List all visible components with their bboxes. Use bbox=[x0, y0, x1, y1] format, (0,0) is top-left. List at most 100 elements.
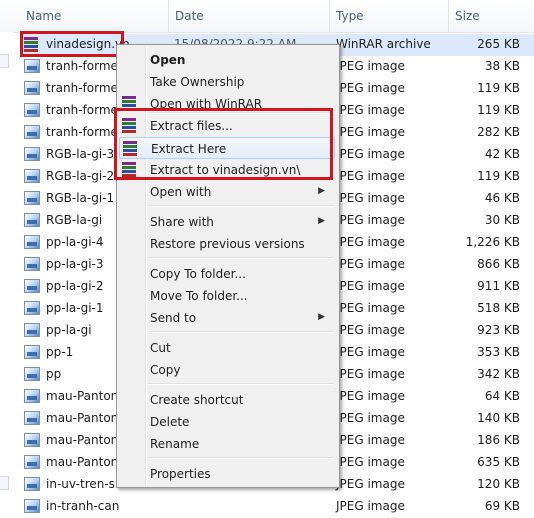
jpeg-icon bbox=[24, 213, 40, 227]
jpeg-icon bbox=[24, 301, 40, 315]
menu-item-label: Copy To folder... bbox=[150, 267, 246, 281]
menu-item-label: Copy bbox=[150, 363, 181, 377]
menu-separator bbox=[148, 205, 334, 207]
menu-item-share-with[interactable]: Share with ▶ bbox=[119, 211, 335, 233]
jpeg-icon bbox=[24, 147, 40, 161]
annotation-highlight-extract-options bbox=[114, 108, 333, 180]
file-size: 282 KB bbox=[477, 125, 520, 139]
menu-item-copy-to-folder[interactable]: Copy To folder... bbox=[119, 263, 335, 285]
menu-item-label: Send to bbox=[150, 311, 197, 325]
jpeg-icon bbox=[24, 367, 40, 381]
file-size: 69 KB bbox=[484, 499, 520, 513]
column-header-name[interactable]: Name bbox=[26, 9, 61, 23]
menu-item-label: Take Ownership bbox=[150, 75, 245, 89]
file-type: JPEG image bbox=[336, 499, 405, 513]
column-divider[interactable] bbox=[168, 0, 169, 32]
menu-separator bbox=[148, 331, 334, 333]
column-divider[interactable] bbox=[448, 0, 449, 32]
file-size: 518 KB bbox=[477, 301, 520, 315]
file-type: JPEG image bbox=[336, 81, 405, 95]
column-divider[interactable] bbox=[329, 0, 330, 32]
jpeg-icon bbox=[24, 323, 40, 337]
jpeg-icon bbox=[24, 455, 40, 469]
menu-item-properties[interactable]: Properties bbox=[119, 463, 335, 485]
jpeg-icon bbox=[24, 103, 40, 117]
file-type: JPEG image bbox=[336, 147, 405, 161]
jpeg-icon bbox=[24, 433, 40, 447]
menu-item-copy[interactable]: Copy bbox=[119, 359, 335, 381]
jpeg-icon bbox=[24, 477, 40, 491]
navigation-pane-edge bbox=[0, 32, 14, 490]
jpeg-icon bbox=[24, 191, 40, 205]
file-size: 866 KB bbox=[477, 257, 520, 271]
jpeg-icon bbox=[24, 59, 40, 73]
file-type: JPEG image bbox=[336, 125, 405, 139]
jpeg-icon bbox=[24, 235, 40, 249]
file-type: JPEG image bbox=[336, 213, 405, 227]
file-type: JPEG image bbox=[336, 103, 405, 117]
menu-item-label: Rename bbox=[150, 437, 200, 451]
menu-item-rename[interactable]: Rename bbox=[119, 433, 335, 455]
file-type: JPEG image bbox=[336, 367, 405, 381]
jpeg-icon bbox=[24, 125, 40, 139]
file-size: 30 KB bbox=[484, 213, 520, 227]
menu-separator bbox=[148, 383, 334, 385]
column-header-type[interactable]: Type bbox=[336, 9, 364, 23]
file-name: in-tranh-can bbox=[46, 499, 120, 513]
jpeg-icon bbox=[24, 499, 40, 513]
menu-item-label: Restore previous versions bbox=[150, 237, 305, 251]
file-size: 119 KB bbox=[477, 81, 520, 95]
file-size: 140 KB bbox=[477, 411, 520, 425]
file-size: 923 KB bbox=[477, 323, 520, 337]
menu-item-move-to-folder[interactable]: Move To folder... bbox=[119, 285, 335, 307]
file-type: JPEG image bbox=[336, 323, 405, 337]
nav-pane-tab[interactable] bbox=[0, 476, 9, 490]
menu-item-open-with[interactable]: Open with ▶ bbox=[119, 181, 335, 203]
file-type: JPEG image bbox=[336, 191, 405, 205]
file-size: 119 KB bbox=[477, 169, 520, 183]
file-type: JPEG image bbox=[336, 455, 405, 469]
file-type: JPEG image bbox=[336, 411, 405, 425]
menu-item-cut[interactable]: Cut bbox=[119, 337, 335, 359]
file-size: 38 KB bbox=[484, 59, 520, 73]
file-type: JPEG image bbox=[336, 59, 405, 73]
file-size: 42 KB bbox=[484, 147, 520, 161]
file-type: JPEG image bbox=[336, 477, 405, 491]
jpeg-icon bbox=[24, 81, 40, 95]
column-header-bar: Name Date Type Size bbox=[0, 0, 534, 33]
file-size: 911 KB bbox=[477, 279, 520, 293]
jpeg-icon bbox=[24, 257, 40, 271]
jpeg-icon bbox=[24, 345, 40, 359]
menu-item-label: Properties bbox=[150, 467, 211, 481]
column-header-size[interactable]: Size bbox=[455, 9, 480, 23]
menu-item-delete[interactable]: Delete bbox=[119, 411, 335, 433]
menu-item-label: Delete bbox=[150, 415, 190, 429]
file-row[interactable]: in-tranh-can JPEG image 69 KB bbox=[20, 496, 534, 518]
menu-item-take-ownership[interactable]: Take Ownership bbox=[119, 71, 335, 93]
file-size: 120 KB bbox=[477, 477, 520, 491]
menu-separator bbox=[148, 257, 334, 259]
jpeg-icon bbox=[24, 411, 40, 425]
menu-item-create-shortcut[interactable]: Create shortcut bbox=[119, 389, 335, 411]
file-size: 635 KB bbox=[477, 455, 520, 469]
file-size: 119 KB bbox=[477, 103, 520, 117]
file-size: 1,226 KB bbox=[465, 235, 520, 249]
menu-item-open[interactable]: Open bbox=[119, 49, 335, 71]
annotation-highlight-selected-file bbox=[20, 31, 124, 57]
menu-item-label: Create shortcut bbox=[150, 393, 244, 407]
file-type: JPEG image bbox=[336, 279, 405, 293]
file-size: 46 KB bbox=[484, 191, 520, 205]
jpeg-icon bbox=[24, 279, 40, 293]
file-size: 353 KB bbox=[477, 345, 520, 359]
file-type: JPEG image bbox=[336, 235, 405, 249]
submenu-arrow-icon: ▶ bbox=[318, 186, 325, 196]
menu-item-send-to[interactable]: Send to ▶ bbox=[119, 307, 335, 329]
menu-item-label: Open bbox=[150, 53, 186, 67]
menu-item-restore-previous-versions[interactable]: Restore previous versions bbox=[119, 233, 335, 255]
file-type: JPEG image bbox=[336, 433, 405, 447]
nav-pane-tab[interactable] bbox=[0, 54, 9, 68]
column-header-date[interactable]: Date bbox=[175, 9, 204, 23]
file-type: WinRAR archive bbox=[336, 37, 431, 51]
menu-separator bbox=[148, 457, 334, 459]
file-size: 186 KB bbox=[477, 433, 520, 447]
